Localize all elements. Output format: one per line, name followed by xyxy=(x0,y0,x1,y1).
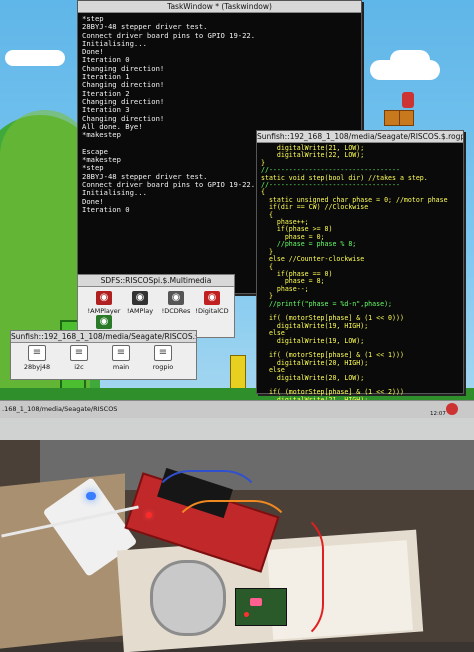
icon-bar-drive-label[interactable]: .168_1_108/media/Seagate/RISCOS xyxy=(2,405,117,413)
digitalcd-icon: ◉ xyxy=(204,291,220,305)
code-line[interactable]: digitalWrite(20, LOW); xyxy=(261,374,459,382)
clock-text[interactable]: 12:07 xyxy=(430,411,446,417)
brick-block xyxy=(384,110,400,126)
file-icon: ≡ xyxy=(154,345,172,361)
filer-app-label: !AMPlay xyxy=(126,307,154,315)
code-line[interactable]: //phase = phase % 8; xyxy=(261,240,459,248)
editor-window-title[interactable]: Sunfish::192_168_1_108/media/Seagate/RIS… xyxy=(257,131,463,143)
filer-file-icon[interactable]: ≡ 28byj48 xyxy=(15,345,59,371)
filer-app-label: !DigitalCD xyxy=(195,307,229,315)
filer-file-label: main xyxy=(112,363,130,371)
filer-file-icon[interactable]: ≡ rogpio xyxy=(141,345,185,371)
filer-app-label: !AMPlayer xyxy=(87,307,121,315)
code-line[interactable]: phase--; xyxy=(261,285,459,293)
filer-file-icon[interactable]: ≡ i2c xyxy=(57,345,101,371)
filer-app-icon[interactable]: ◉ !DigitalCD xyxy=(190,291,234,315)
file-icon: ≡ xyxy=(70,345,88,361)
rogpio-filer-window[interactable]: Sunfish::192_168_1_108/media/Seagate/RIS… xyxy=(10,330,197,380)
hub-blue-led xyxy=(86,492,96,500)
cd-icon: ◉ xyxy=(168,291,184,305)
multimedia-filer-window[interactable]: SDFS::RISCOSpi.$.Multimedia ◉ !AMPlayer ◉!… xyxy=(77,274,235,339)
amp-icon: ◉ xyxy=(96,291,112,305)
amplay-icon: ◉ xyxy=(132,291,148,305)
rogpio-icon-area: ≡ 28byj48 ≡ i2c ≡ main ≡ rogpio xyxy=(11,343,196,379)
code-line[interactable]: else //Counter-clockwise xyxy=(261,255,459,263)
code-line[interactable]: digitalWrite(19, HIGH); xyxy=(261,322,459,330)
task-window-title[interactable]: TaskWindow * (Taskwindow) xyxy=(78,1,361,13)
editor-code[interactable]: digitalWrite(21, LOW); digitalWrite(22, … xyxy=(257,143,463,406)
code-line[interactable]: if(dir == CW) //Clockwise xyxy=(261,203,459,211)
brick-block xyxy=(398,110,414,126)
file-icon: ≡ xyxy=(28,345,46,361)
rogpio-window-title[interactable]: Sunfish::192_168_1_108/media/Seagate/RIS… xyxy=(11,331,196,343)
mario-sprite xyxy=(402,92,414,108)
raspberry-icon[interactable] xyxy=(446,403,458,415)
filer-file-label: 28byj48 xyxy=(23,363,51,371)
file-icon: ≡ xyxy=(112,345,130,361)
blue-wire xyxy=(150,470,264,584)
filer-file-label: rogpio xyxy=(152,363,174,371)
code-line[interactable]: digitalWrite(22, LOW); xyxy=(261,151,459,159)
cloud xyxy=(390,50,430,70)
code-line[interactable]: digitalWrite(20, HIGH); xyxy=(261,359,459,367)
cloud xyxy=(5,50,65,66)
multimedia-window-title[interactable]: SDFS::RISCOSpi.$.Multimedia xyxy=(78,275,234,287)
zeropwm-icon: ◉ xyxy=(96,315,112,329)
code-line[interactable]: //printf("phase = %d-n",phase); xyxy=(261,300,459,308)
code-line[interactable]: digitalWrite(19, LOW); xyxy=(261,337,459,345)
editor-window[interactable]: Sunfish::192_168_1_108/media/Seagate/RIS… xyxy=(256,130,464,404)
monitor-screen: TaskWindow * (Taskwindow) *step 28BYJ-48 … xyxy=(0,0,474,418)
monitor-bezel: TaskWindow * (Taskwindow) *step 28BYJ-48 … xyxy=(0,0,474,440)
icon-bar: .168_1_108/media/Seagate/RISCOS 12:07 xyxy=(0,400,474,418)
filer-file-icon[interactable]: ≡ main xyxy=(99,345,143,371)
filer-file-label: i2c xyxy=(74,363,84,371)
task-output-line: Initialising... xyxy=(82,38,147,48)
filer-app-label: !DCDRes xyxy=(161,307,191,315)
code-line[interactable]: //--------------------------------- xyxy=(261,181,459,189)
